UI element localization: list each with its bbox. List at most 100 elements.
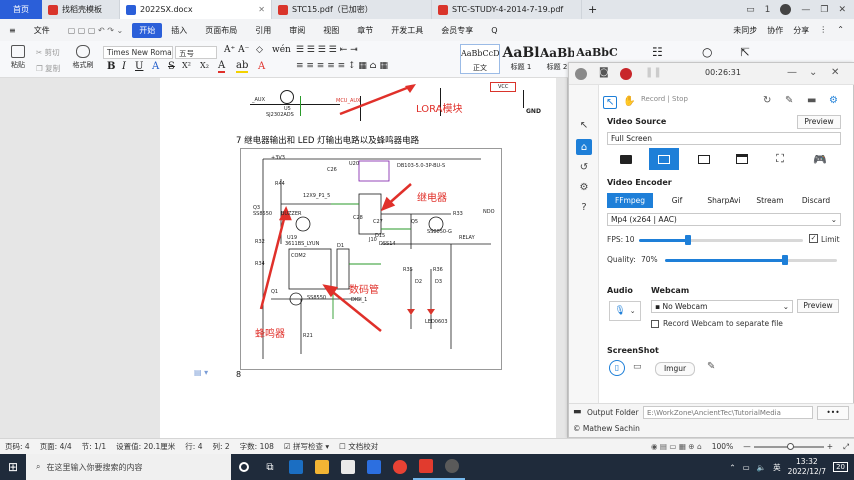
task-view-icon[interactable]: ⧉ — [257, 454, 283, 480]
menu-view[interactable]: 视图 — [314, 25, 348, 36]
style-h1[interactable]: AaBl 标题 1 — [502, 44, 540, 74]
status-words[interactable]: 字数: 108 — [235, 441, 279, 452]
encoder-ffmpeg[interactable]: FFmpeg — [607, 193, 653, 208]
collapse-icon[interactable] — [575, 68, 587, 80]
zoom-level[interactable]: 100% — [707, 442, 738, 451]
superscript-icon[interactable]: X² — [182, 61, 191, 70]
quick-toolbar[interactable]: ▢ ▢ ▢ ↶ ↷ ⌄ — [59, 26, 133, 35]
network-icon[interactable]: ▭ — [743, 463, 750, 472]
encoder-sharpavi[interactable]: SharpAvi — [699, 193, 749, 208]
close-icon[interactable]: ✕ — [258, 5, 265, 14]
cursor-icon[interactable]: ↖ — [576, 117, 592, 133]
history-icon[interactable]: ↺ — [576, 159, 592, 175]
recorder-app-icon[interactable] — [439, 454, 465, 480]
chrome-app-icon[interactable] — [387, 454, 413, 480]
encoder-gif[interactable]: Gif — [655, 193, 699, 208]
refresh-icon[interactable]: ↻ — [763, 95, 771, 106]
tab-pdf-study[interactable]: STC-STUDY-4-2014-7-19.pdf — [432, 0, 582, 19]
list-icons[interactable]: ☰ ☰ ☰ ☰ ⇤ ⇥ — [296, 45, 358, 55]
collab-button[interactable]: 协作 — [767, 25, 783, 36]
cursor-mode-icon[interactable]: ↖ — [603, 96, 618, 109]
taskbar-search[interactable]: ⌕ 在这里输入你要搜索的内容 — [26, 454, 231, 480]
fps-slider-thumb[interactable] — [685, 235, 692, 245]
subscript-icon[interactable]: X₂ — [200, 61, 209, 70]
monitor-source-icon[interactable] — [689, 148, 719, 170]
home-icon[interactable]: ⌂ — [576, 139, 592, 155]
store-app-icon[interactable] — [335, 454, 361, 480]
align-icons[interactable]: ≡ ≡ ≡ ≡ ≡ ↕ ▦ ⌂ ▦ — [296, 61, 388, 71]
fps-slider[interactable] — [639, 239, 803, 242]
notification-icon[interactable]: 20 — [833, 462, 848, 472]
search-icon[interactable]: Q — [482, 26, 506, 35]
menu-member[interactable]: 会员专享 — [432, 25, 482, 36]
menu-developer[interactable]: 开发工具 — [382, 25, 432, 36]
codec-select[interactable]: Mp4 (x264 | AAC) ⌄ — [607, 213, 841, 226]
italic-icon[interactable]: I — [122, 61, 126, 72]
webcam-select[interactable]: ▪ No Webcam ⌄ — [651, 300, 793, 313]
paste-button[interactable]: 粘贴 — [6, 45, 30, 70]
document-page[interactable]: _AUX U5 SJ2302ADS MCU_AUX VCC GND LORA模块… — [160, 78, 556, 438]
avatar[interactable] — [780, 4, 792, 15]
font-name-select[interactable]: Times New Roma — [103, 46, 173, 59]
paragraph-marker-icon[interactable]: ▤ ▾ — [194, 368, 208, 377]
bold-icon[interactable]: B — [107, 61, 115, 72]
encoder-discard[interactable]: Discard — [793, 193, 839, 208]
mail-app-icon[interactable] — [283, 454, 309, 480]
file-icon[interactable]: ▯ — [609, 360, 625, 376]
pen-icon[interactable]: ✎ — [785, 95, 793, 106]
format-painter-button[interactable]: 格式刷 — [68, 45, 98, 70]
input-lang[interactable]: 英 — [773, 462, 781, 473]
underline-icon[interactable]: U — [135, 61, 143, 72]
windows-start-icon[interactable]: ⊞ — [0, 454, 26, 480]
help-icon[interactable]: ? — [576, 199, 592, 215]
encoder-stream[interactable]: Stream — [749, 193, 791, 208]
share-button[interactable]: 分享 — [793, 25, 809, 36]
view-mode-icons[interactable]: ◉ ▤ ▭ ▦ ⊕ ⌂ — [646, 442, 707, 451]
clipboard-icon[interactable]: ▭ — [633, 362, 642, 372]
limit-checkbox[interactable]: ✓ — [809, 234, 818, 243]
tab-home[interactable]: 首页 — [0, 0, 42, 19]
window-source-icon[interactable] — [727, 148, 757, 170]
menu-file[interactable]: 文件 — [25, 25, 59, 36]
text-color-icon[interactable]: A — [218, 61, 226, 73]
window-list-icon[interactable]: ▭ — [746, 5, 755, 15]
folder-icon[interactable]: ▬ — [573, 407, 582, 417]
tab-pdf-stc15[interactable]: STC15.pdf（已加密） — [272, 0, 432, 19]
menu-section[interactable]: 章节 — [348, 25, 382, 36]
close-icon[interactable]: ✕ — [831, 67, 839, 78]
menu-reference[interactable]: 引用 — [246, 25, 280, 36]
status-page[interactable]: 页码: 4 — [0, 441, 35, 452]
zoom-slider[interactable]: — + — [738, 442, 838, 451]
menu-start[interactable]: 开始 — [132, 22, 163, 38]
highlight-icon[interactable]: ab — [236, 61, 249, 73]
hamburger-icon[interactable]: ≡ — [0, 26, 25, 35]
webcam-preview-button[interactable]: Preview — [797, 299, 839, 313]
taskbar-clock[interactable]: 13:32 2022/12/7 — [788, 457, 826, 477]
minimize-icon[interactable]: — — [801, 5, 810, 15]
pen-icon[interactable]: ✎ — [707, 361, 715, 372]
font-color-icon[interactable]: A — [152, 61, 159, 72]
new-tab-button[interactable]: + — [582, 0, 603, 19]
tab-docx[interactable]: 2022SX.docx ✕ — [120, 0, 272, 19]
font-size-select[interactable]: 五号 — [175, 46, 217, 59]
record-button[interactable] — [620, 68, 632, 80]
strikethrough-icon[interactable]: S — [168, 61, 175, 72]
select-icon[interactable]: ⇱ — [740, 45, 750, 59]
preview-button[interactable]: Preview — [797, 115, 841, 129]
volume-icon[interactable]: 🔈 — [757, 463, 766, 472]
tab-template[interactable]: 找稻壳模板 — [42, 0, 120, 19]
pause-icon[interactable]: ❚❚ — [645, 67, 662, 78]
fullscreen-icon[interactable]: ⤢ — [838, 442, 854, 452]
style-normal[interactable]: AaBbCcDd 正文 — [460, 44, 500, 74]
collapse-ribbon-icon[interactable]: ⌃ — [837, 25, 844, 36]
quality-slider-thumb[interactable] — [782, 255, 789, 265]
find-icon[interactable]: ○ — [702, 45, 712, 59]
tray-expand-icon[interactable]: ⌃ — [729, 463, 735, 472]
phonetic-icon[interactable]: wén — [272, 45, 291, 55]
copy-button[interactable]: ❐ 复制 — [36, 63, 60, 74]
cut-button[interactable]: ✂ 剪切 — [36, 47, 60, 58]
font-grow-icon[interactable]: A⁺ A⁻ — [224, 45, 249, 55]
wps-app-icon[interactable] — [413, 454, 439, 480]
cortana-icon[interactable] — [231, 454, 257, 480]
region-source-icon[interactable]: ⛶ — [765, 148, 795, 170]
